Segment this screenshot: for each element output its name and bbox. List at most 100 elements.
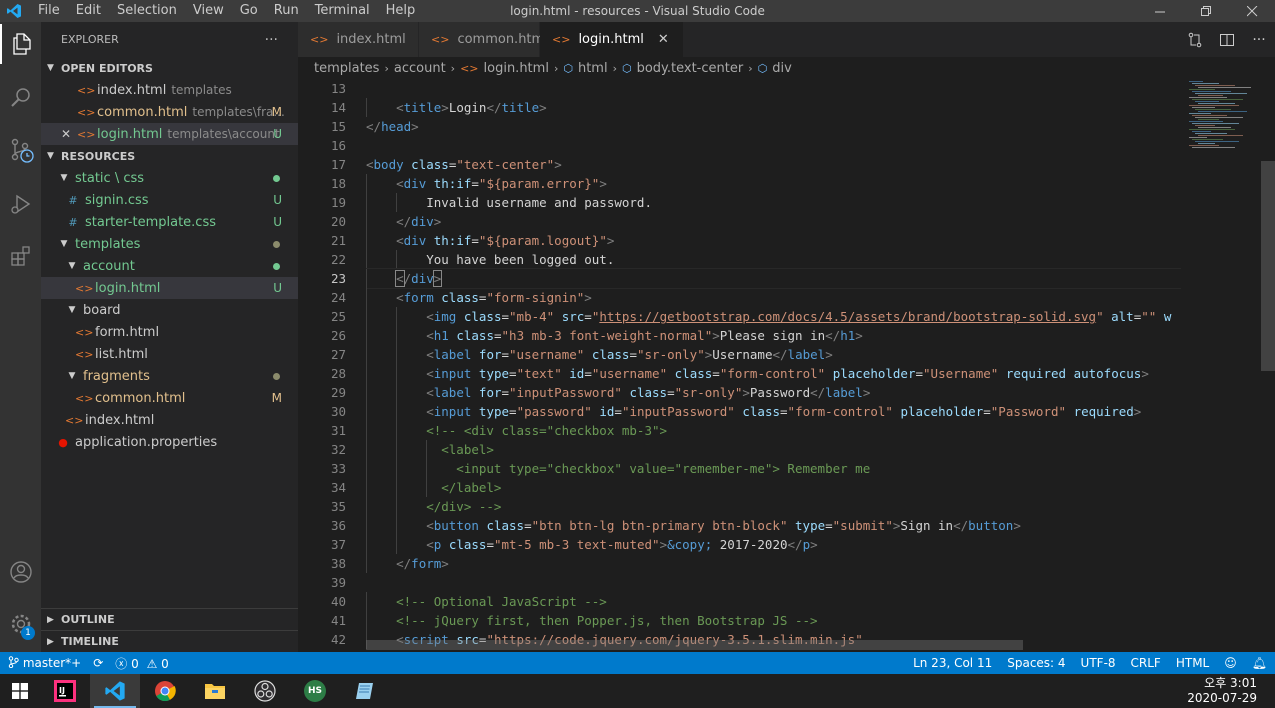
code-line-16[interactable]	[366, 136, 1181, 155]
code-line-40[interactable]: <!-- Optional JavaScript -->	[366, 592, 1181, 611]
tab-common-html[interactable]: <> common.html	[419, 22, 548, 57]
file-login-html[interactable]: <> login.html U	[41, 277, 298, 299]
folder-fragments[interactable]: ▼ fragments	[41, 365, 298, 387]
code-line-34[interactable]: </label>	[366, 478, 1181, 497]
code-line-31[interactable]: <!-- <div class="checkbox mb-3">	[366, 421, 1181, 440]
menu-help[interactable]: Help	[378, 0, 424, 22]
breadcrumb-body[interactable]: body.text-center	[637, 61, 744, 76]
code-line-21[interactable]: <div th:if="${param.logout}">	[366, 231, 1181, 250]
sync-icon[interactable]: ⟳	[93, 656, 103, 670]
file-common-html[interactable]: <> common.html M	[41, 387, 298, 409]
feedback-icon[interactable]: ☺	[1224, 656, 1237, 670]
file-list-html[interactable]: <> list.html	[41, 343, 298, 365]
code-line-36[interactable]: <button class="btn btn-lg btn-primary bt…	[366, 516, 1181, 535]
menu-edit[interactable]: Edit	[68, 0, 109, 22]
file-form-html[interactable]: <> form.html	[41, 321, 298, 343]
code-line-24[interactable]: <form class="form-signin">	[366, 288, 1181, 307]
open-editor-common[interactable]: <> common.html templates\fra... M	[41, 101, 298, 123]
code-line-38[interactable]: </form>	[366, 554, 1181, 573]
code-line-39[interactable]	[366, 573, 1181, 592]
explorer-icon[interactable]	[0, 24, 41, 64]
code-line-17[interactable]: <body class="text-center">	[366, 155, 1181, 174]
breadcrumb-login-html[interactable]: login.html	[484, 61, 549, 76]
code-line-13[interactable]	[366, 79, 1181, 98]
menu-selection[interactable]: Selection	[109, 0, 185, 22]
code-line-32[interactable]: <label>	[366, 440, 1181, 459]
code-line-25[interactable]: <img class="mb-4" src="https://getbootst…	[366, 307, 1181, 326]
more-actions-icon[interactable]: ···	[265, 32, 278, 48]
end-of-line[interactable]: CRLF	[1131, 656, 1161, 670]
account-icon[interactable]	[0, 552, 41, 592]
language-mode[interactable]: HTML	[1176, 656, 1209, 670]
chrome-app-icon[interactable]	[140, 674, 190, 708]
open-changes-icon[interactable]	[1179, 32, 1211, 48]
menu-go[interactable]: Go	[232, 0, 266, 22]
code-line-27[interactable]: <label for="username" class="sr-only">Us…	[366, 345, 1181, 364]
cursor-position[interactable]: Ln 23, Col 11	[913, 656, 992, 670]
code-line-18[interactable]: <div th:if="${param.error}">	[366, 174, 1181, 193]
open-editors-section[interactable]: ▼ OPEN EDITORS	[41, 57, 298, 79]
code-line-20[interactable]: </div>	[366, 212, 1181, 231]
code-lines[interactable]: <title>Login</title> </head> <body class…	[366, 79, 1181, 649]
folder-static-css[interactable]: ▼ static \ css	[41, 167, 298, 189]
code-line-15[interactable]: </head>	[366, 117, 1181, 136]
code-line-35[interactable]: </div> -->	[366, 497, 1181, 516]
hs-app-icon[interactable]: HS	[290, 674, 340, 708]
notepad-app-icon[interactable]	[340, 674, 390, 708]
folder-account[interactable]: ▼ account	[41, 255, 298, 277]
menu-run[interactable]: Run	[266, 0, 307, 22]
extensions-icon[interactable]	[0, 236, 41, 276]
menu-view[interactable]: View	[185, 0, 232, 22]
file-application-properties[interactable]: ● application.properties	[41, 431, 298, 453]
horizontal-scrollbar[interactable]	[366, 640, 1023, 650]
code-line-30[interactable]: <input type="password" id="inputPassword…	[366, 402, 1181, 421]
tab-login-html[interactable]: <> login.html ✕	[540, 22, 684, 57]
breadcrumb-div[interactable]: div	[772, 61, 792, 76]
code-line-28[interactable]: <input type="text" id="username" class="…	[366, 364, 1181, 383]
settings-gear-icon[interactable]: 1	[0, 604, 41, 644]
file-signin-css[interactable]: # signin.css U	[41, 189, 298, 211]
close-window-icon[interactable]	[1229, 0, 1275, 22]
file-explorer-app-icon[interactable]	[190, 674, 240, 708]
code-line-26[interactable]: <h1 class="h3 mb-3 font-weight-normal">P…	[366, 326, 1181, 345]
search-icon[interactable]	[0, 77, 41, 117]
code-line-19[interactable]: Invalid username and password.	[366, 193, 1181, 212]
menu-file[interactable]: File	[30, 0, 68, 22]
vertical-scrollbar[interactable]	[1261, 161, 1275, 371]
code-line-37[interactable]: <p class="mt-5 mb-3 text-muted">&copy; 2…	[366, 535, 1181, 554]
windows-start-icon[interactable]	[0, 674, 40, 708]
code-line-41[interactable]: <!-- jQuery first, then Popper.js, then …	[366, 611, 1181, 630]
breadcrumb-templates[interactable]: templates	[314, 61, 379, 76]
folder-templates[interactable]: ▼ templates	[41, 233, 298, 255]
outline-section[interactable]: ▶ OUTLINE	[41, 608, 298, 630]
indentation[interactable]: Spaces: 4	[1007, 656, 1065, 670]
git-branch[interactable]: master*+	[8, 656, 81, 670]
file-index-html[interactable]: <> index.html	[41, 409, 298, 431]
timeline-section[interactable]: ▶ TIMELINE	[41, 630, 298, 652]
close-icon[interactable]: ✕	[61, 127, 77, 141]
notifications-bell-icon[interactable]: 🔔︎	[1252, 656, 1267, 670]
close-icon[interactable]: ✕	[658, 32, 669, 47]
code-line-14[interactable]: <title>Login</title>	[366, 98, 1181, 117]
code-line-29[interactable]: <label for="inputPassword" class="sr-onl…	[366, 383, 1181, 402]
split-editor-icon[interactable]	[1211, 32, 1243, 48]
open-editor-index[interactable]: <> index.html templates	[41, 79, 298, 101]
run-debug-icon[interactable]	[0, 184, 41, 224]
tab-index-html[interactable]: <> index.html	[298, 22, 419, 57]
file-starter-template-css[interactable]: # starter-template.css U	[41, 211, 298, 233]
menu-terminal[interactable]: Terminal	[307, 0, 378, 22]
folder-board[interactable]: ▼ board	[41, 299, 298, 321]
system-clock[interactable]: 오후 3:01 2020-07-29	[1187, 676, 1257, 706]
source-control-icon[interactable]	[0, 130, 41, 170]
code-line-33[interactable]: <input type="checkbox" value="remember-m…	[366, 459, 1181, 478]
resources-section[interactable]: ▼ RESOURCES	[41, 145, 298, 167]
more-actions-icon[interactable]: ···	[1243, 32, 1275, 48]
code-editor[interactable]: 13 14 15 16 17 18 19 20 21 22 23 24 25 26 27 28 29 30 31 32…	[298, 79, 1275, 652]
minimize-icon[interactable]	[1137, 0, 1183, 22]
problems-indicator[interactable]: ⓧ 0 ⚠ 0	[115, 655, 169, 672]
restore-icon[interactable]	[1183, 0, 1229, 22]
intellij-app-icon[interactable]: IJ	[40, 674, 90, 708]
code-line-23[interactable]: </div>	[366, 268, 1181, 289]
obs-app-icon[interactable]	[240, 674, 290, 708]
open-editor-login[interactable]: ✕ <> login.html templates\account U	[41, 123, 298, 145]
